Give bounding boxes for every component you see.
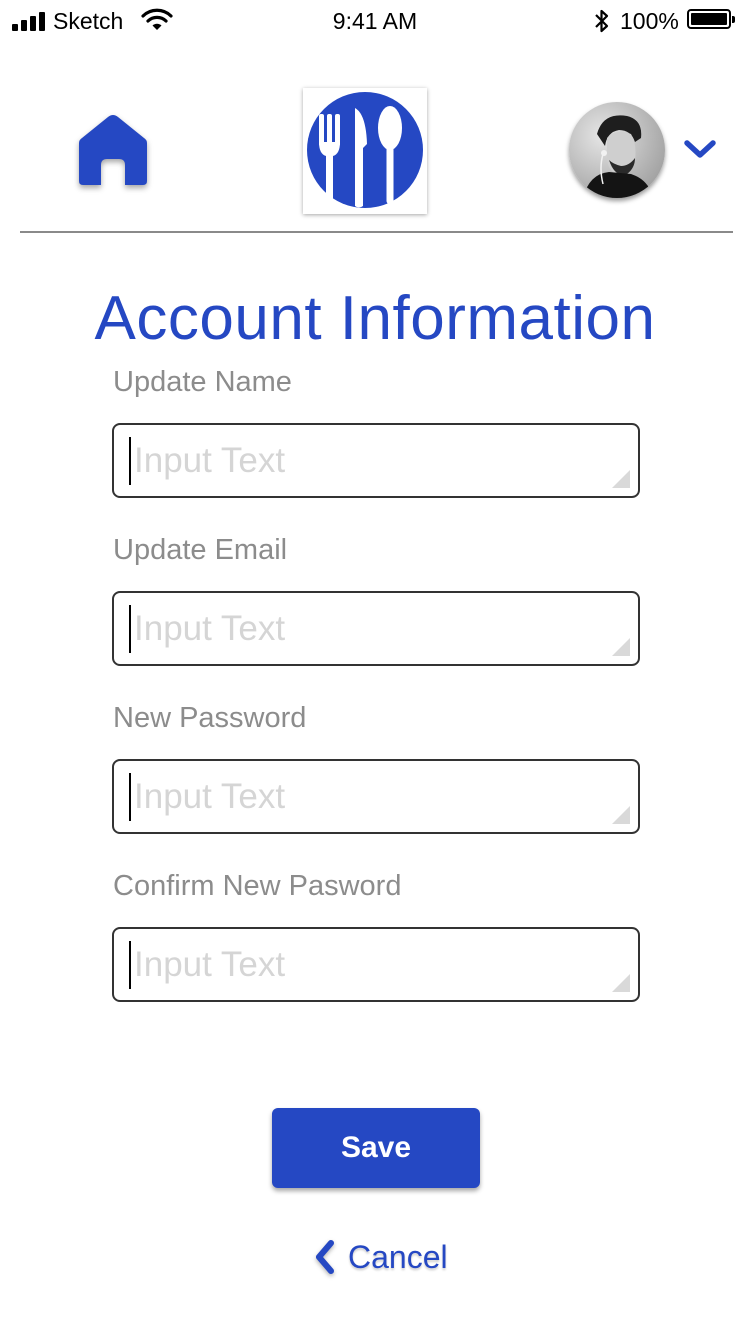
home-button[interactable]	[73, 113, 153, 189]
battery-percent: 100%	[620, 8, 679, 34]
app-logo	[303, 88, 427, 214]
chevron-left-icon	[316, 1240, 334, 1274]
chevron-down-icon[interactable]	[683, 138, 717, 160]
header-divider	[20, 231, 733, 233]
text-caret	[129, 437, 131, 485]
resize-handle-icon[interactable]	[612, 638, 630, 656]
update-email-label: Update Email	[113, 534, 288, 566]
fork-knife-spoon-icon	[307, 92, 423, 208]
bluetooth-icon	[593, 8, 611, 39]
battery-icon	[687, 9, 735, 29]
status-bar: Sketch 9:41 AM 100%	[0, 0, 750, 40]
update-email-field[interactable]	[112, 591, 640, 666]
new-password-input[interactable]	[134, 761, 604, 832]
resize-handle-icon[interactable]	[612, 974, 630, 992]
update-name-label: Update Name	[113, 366, 292, 398]
update-name-input[interactable]	[134, 425, 604, 496]
resize-handle-icon[interactable]	[612, 470, 630, 488]
new-password-label: New Password	[113, 702, 307, 734]
confirm-password-label: Confirm New Pasword	[113, 870, 402, 902]
page-title: Account Information	[94, 284, 656, 353]
user-avatar[interactable]	[569, 102, 665, 198]
text-caret	[129, 773, 131, 821]
update-email-input[interactable]	[134, 593, 604, 664]
confirm-password-field[interactable]	[112, 927, 640, 1002]
save-button[interactable]: Save	[272, 1108, 480, 1188]
new-password-field[interactable]	[112, 759, 640, 834]
update-name-field[interactable]	[112, 423, 640, 498]
resize-handle-icon[interactable]	[612, 806, 630, 824]
cancel-label: Cancel	[348, 1238, 448, 1275]
text-caret	[129, 941, 131, 989]
home-icon	[79, 115, 147, 185]
confirm-password-input[interactable]	[134, 929, 604, 1000]
cancel-link[interactable]: Cancel	[314, 1232, 448, 1282]
text-caret	[129, 605, 131, 653]
